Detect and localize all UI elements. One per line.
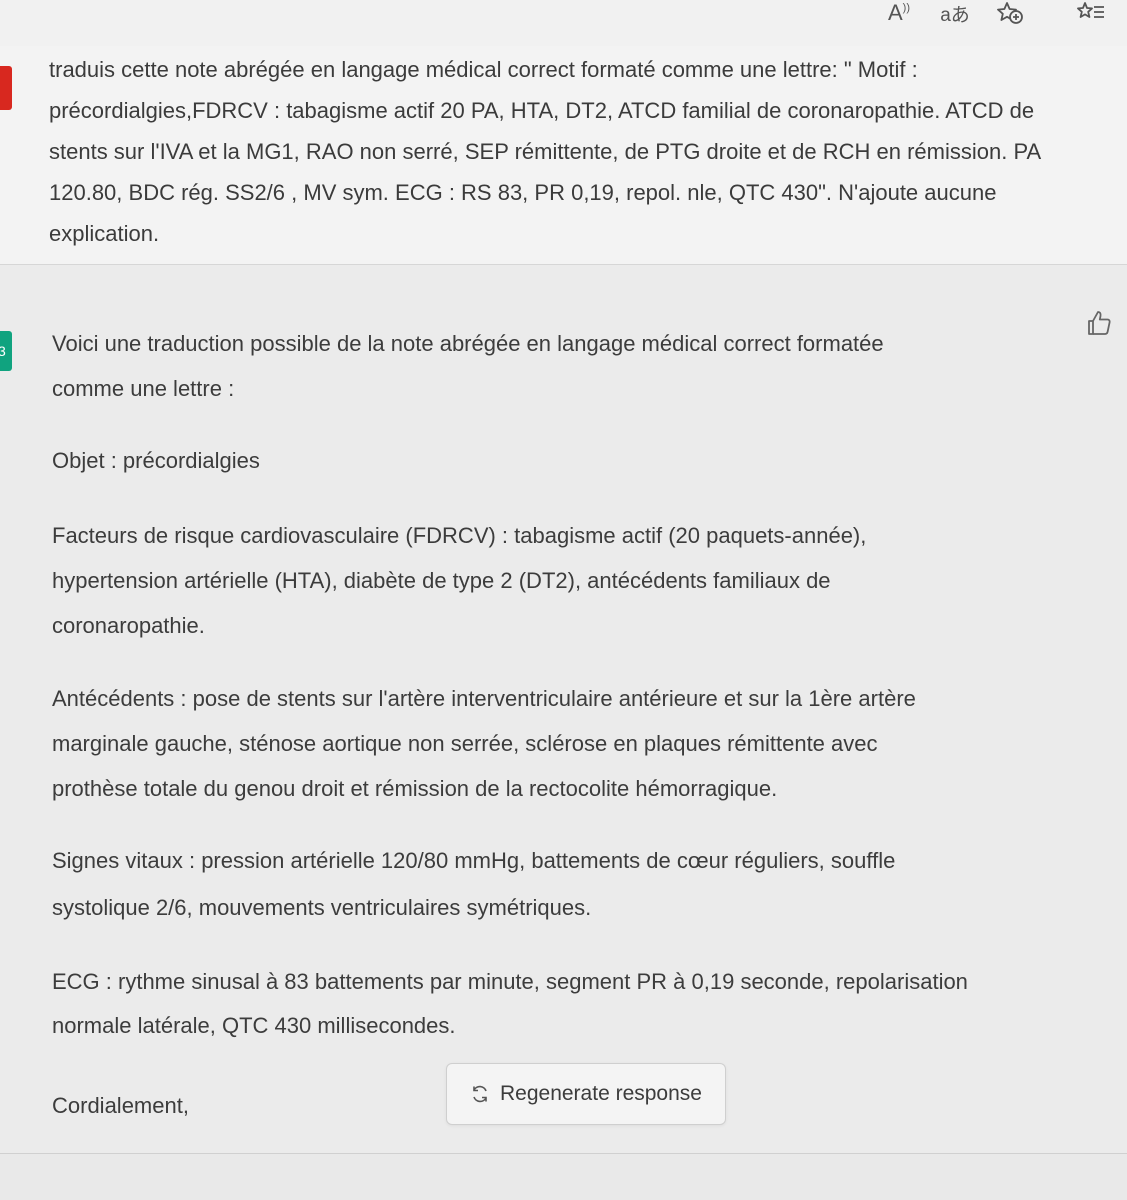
user-message-text: traduis cette note abrégée en langage mé… (49, 57, 1040, 246)
reply-intro-line-2: comme une lettre : (52, 376, 235, 401)
translate-glyph: aあ (940, 4, 970, 26)
user-message: traduis cette note abrégée en langage mé… (0, 46, 1127, 265)
regenerate-response-button[interactable]: Regenerate response (446, 1063, 726, 1125)
read-aloud-icon[interactable]: A)) (884, 0, 914, 26)
read-aloud-glyph: A (887, 0, 903, 25)
favorites-svg (1077, 2, 1104, 18)
reply-facteurs-line-3: coronaropathie. (52, 613, 205, 638)
reply-objet: Objet : précordialgies (52, 448, 260, 473)
assistant-avatar-glyph: 3 (0, 343, 6, 359)
refresh-icon (473, 1085, 487, 1103)
reply-facteurs-line-2: hypertension artérielle (HTA), diabète d… (52, 568, 831, 593)
favorites-icon[interactable] (1076, 0, 1106, 26)
reply-signes-line-1: Signes vitaux : pression artérielle 120/… (52, 848, 896, 873)
read-aloud-waves: )) (902, 2, 910, 14)
composer-area (0, 1154, 1127, 1200)
reply-antecedents-line-2: marginale gauche, sténose aortique non s… (52, 731, 878, 756)
user-avatar (0, 66, 12, 110)
assistant-message: 3 Voici une traduction possible de la no… (0, 265, 1127, 1153)
add-favorite-svg (997, 2, 1023, 24)
regenerate-response-label: Regenerate response (500, 1082, 702, 1105)
add-favorite-icon[interactable] (996, 0, 1026, 26)
reply-ecg-line-1: ECG : rythme sinusal à 83 battements par… (52, 969, 968, 994)
browser-toolbar: A)) aあ (0, 0, 1127, 47)
reply-intro-line-1: Voici une traduction possible de la note… (52, 331, 884, 356)
reply-antecedents-line-3: prothèse totale du genou droit et rémiss… (52, 776, 778, 801)
reply-ecg-line-2: normale latérale, QTC 430 millisecondes. (52, 1013, 456, 1038)
reply-facteurs-line-1: Facteurs de risque cardiovasculaire (FDR… (52, 523, 867, 548)
translate-icon[interactable]: aあ (938, 0, 972, 26)
reply-signes-line-2: systolique 2/6, mouvements ventriculaire… (52, 895, 592, 920)
reply-antecedents-line-1: Antécédents : pose de stents sur l'artèr… (52, 686, 916, 711)
assistant-avatar: 3 (0, 331, 12, 371)
